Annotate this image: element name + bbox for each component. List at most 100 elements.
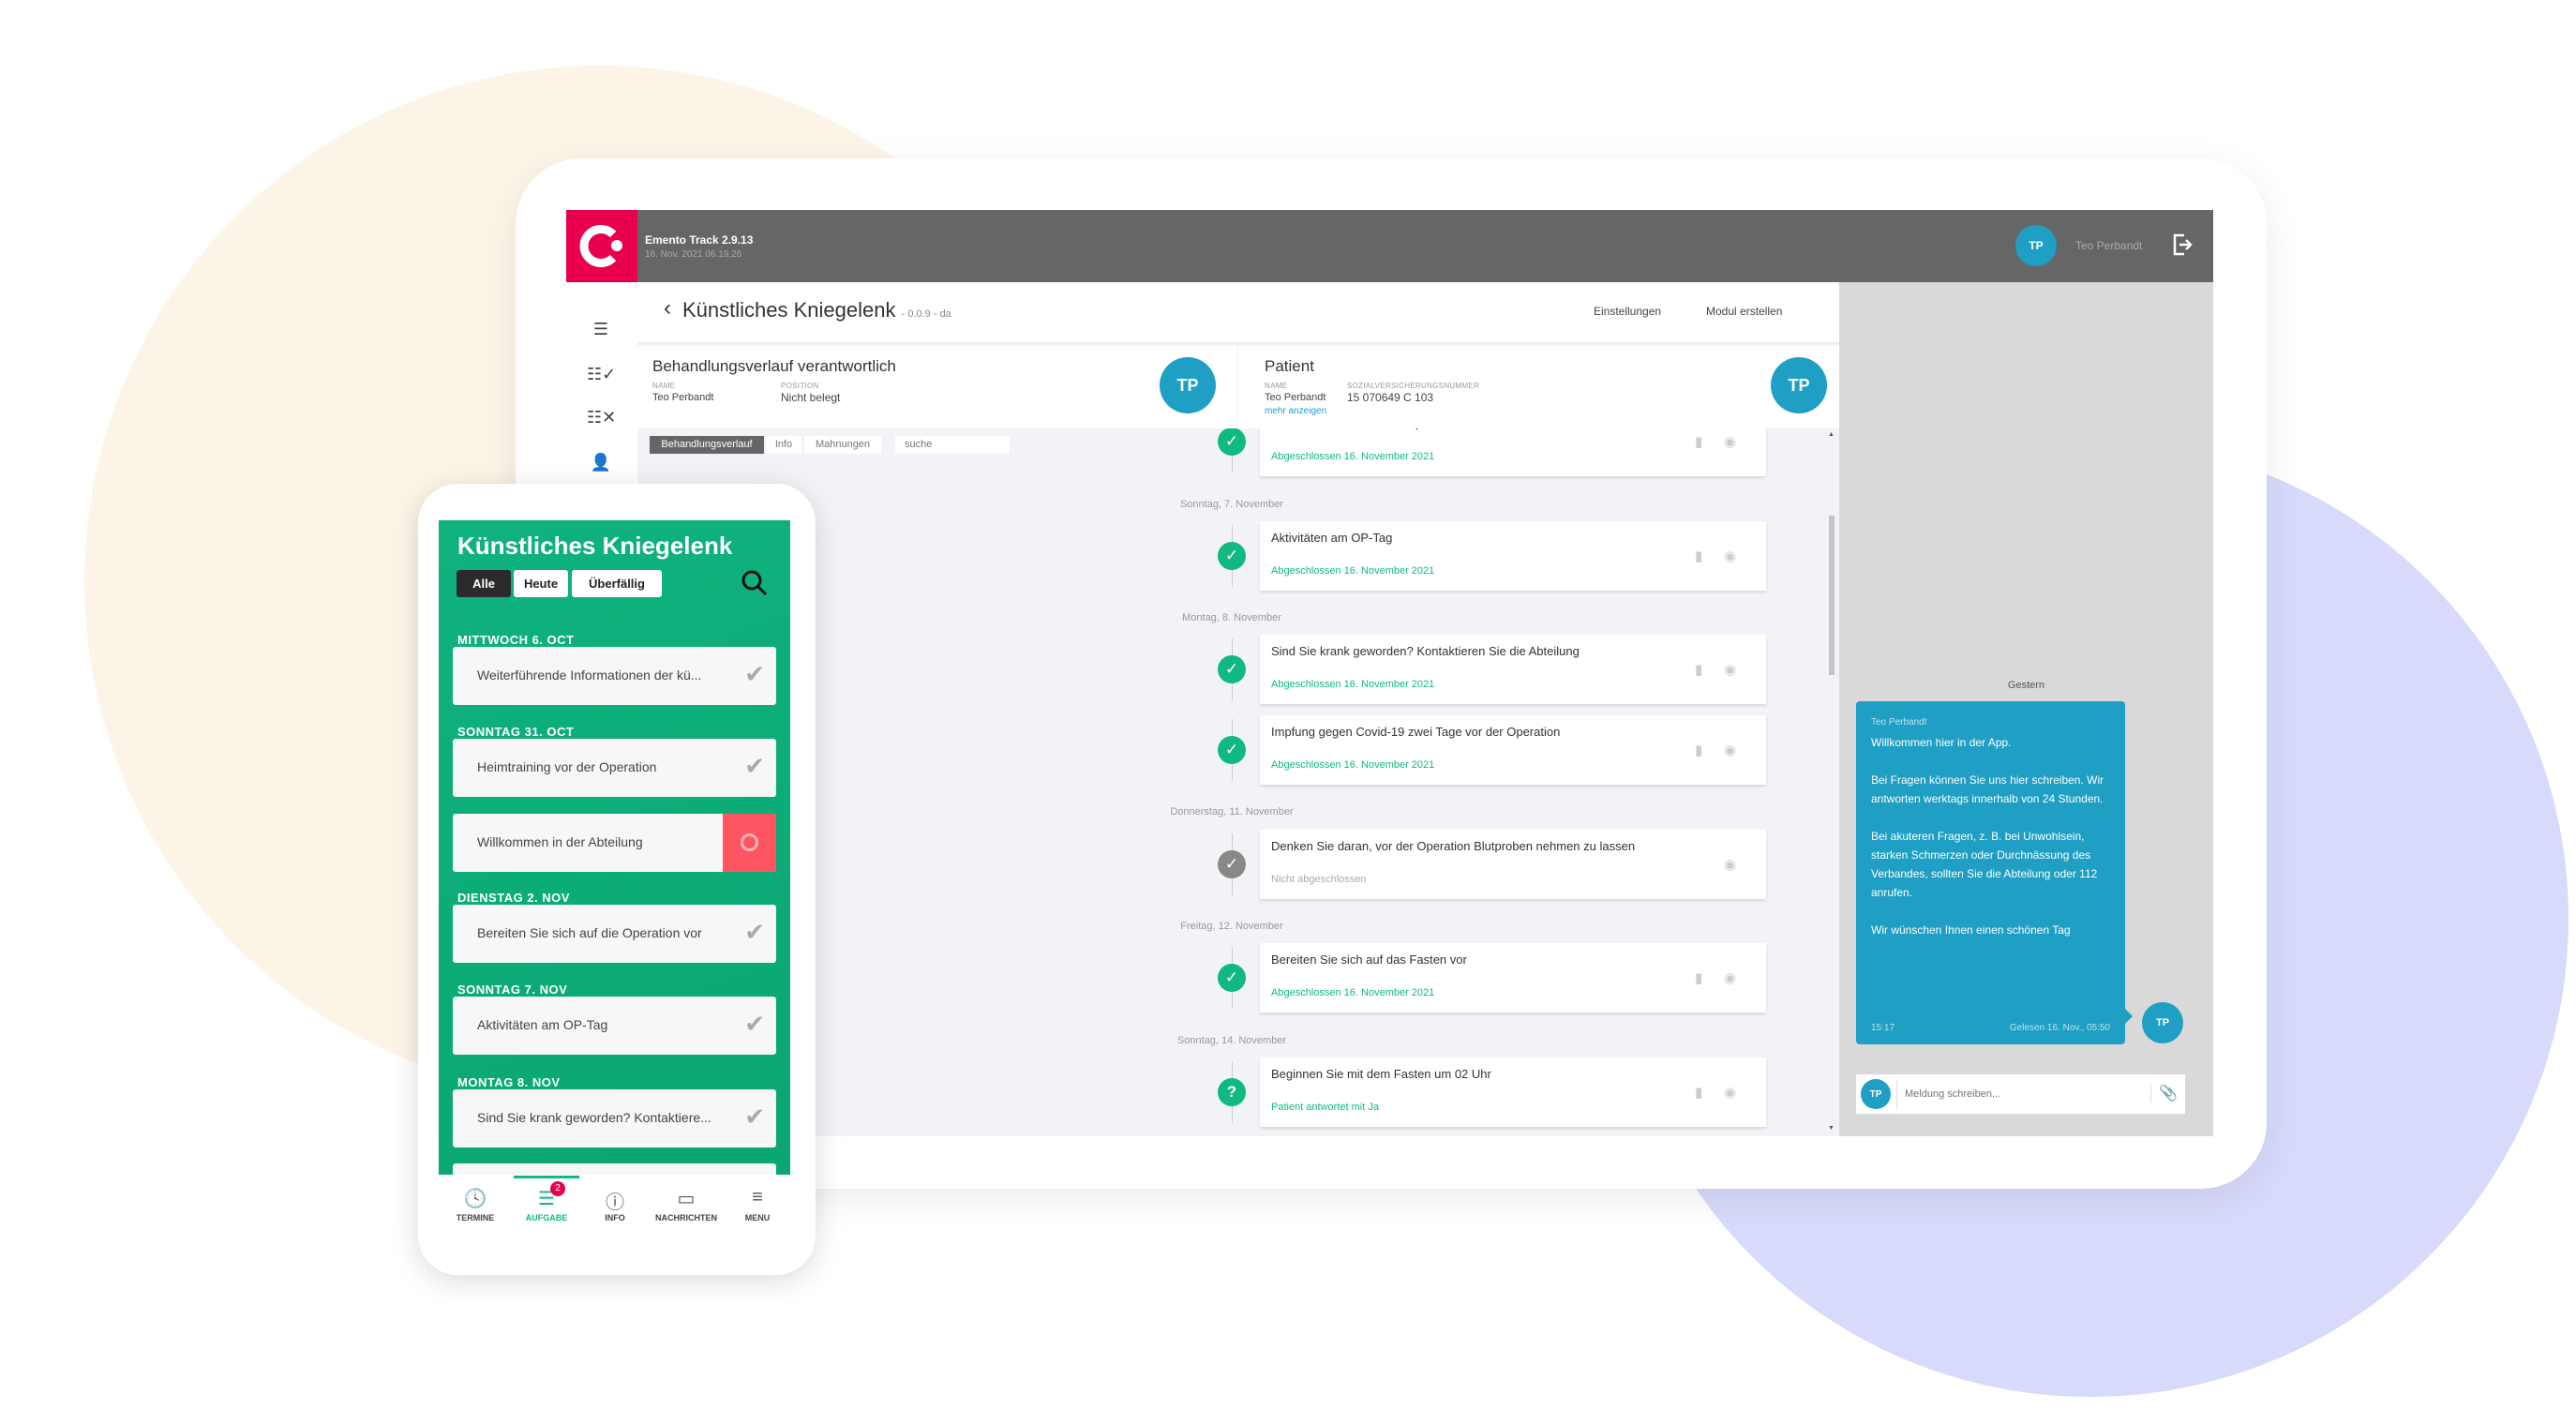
list-cancel-icon[interactable]: ☷✕ (587, 408, 616, 427)
back-chevron-icon[interactable]: ‹ (664, 295, 671, 322)
message-time: 15:17 (1871, 1023, 1895, 1033)
bar-chart-icon[interactable]: ▮ (1695, 548, 1702, 564)
eye-icon[interactable]: ◉ (1724, 856, 1736, 873)
patient-ssn: 15 070649 C 103 (1347, 391, 1434, 404)
app-name: Emento Track 2.9.13 (645, 233, 754, 247)
timeline-card[interactable]: Beginnen Sie mit dem Fasten um 02 Uhr Pa… (1260, 1058, 1766, 1127)
nav-info[interactable]: ⓘ INFO (577, 1187, 652, 1222)
chat-panel: Gestern Teo Perbandt Willkommen hier in … (1839, 282, 2213, 1136)
responsible-card: Behandlungsverlauf verantwortlich NAME T… (637, 346, 1237, 428)
bar-chart-icon[interactable]: ▮ (1695, 969, 1702, 986)
attachment-icon[interactable]: 📎 (2150, 1084, 2178, 1102)
show-more-link[interactable]: mehr anzeigen (1265, 406, 1326, 416)
responsible-title: Behandlungsverlauf verantwortlich (652, 357, 896, 375)
timeline-card[interactable]: Denken Sie daran, vor der Operation Blut… (1260, 830, 1766, 899)
list-icon[interactable]: ☰ (587, 320, 615, 338)
scroll-up-arrow[interactable]: ▲ (1828, 431, 1835, 438)
card-title: Bereiten Sie sich auf das Fasten vor (1271, 952, 1467, 967)
timeline-card[interactable]: Bereiten Sie sich auf das Fasten vor Abg… (1260, 943, 1766, 1012)
timeline-card[interactable]: Impfung gegen Covid-19 zwei Tage vor der… (1260, 715, 1766, 785)
tab-behandlungsverlauf[interactable]: Behandlungsverlauf (650, 436, 764, 454)
eye-icon[interactable]: ◉ (1724, 433, 1736, 450)
card-title: Impfung gegen Covid-19 zwei Tage vor der… (1271, 725, 1561, 739)
timeline-date: Montag, 8. November (1182, 612, 1281, 623)
task-item[interactable]: Bereiten Sie sich auf die Operation vor ✔ (453, 905, 776, 963)
message-composer: TP 📎 (1856, 1074, 2185, 1114)
check-circle-icon: ✓ (1218, 655, 1246, 683)
bar-chart-icon[interactable]: ▮ (1695, 433, 1702, 450)
eye-icon[interactable]: ◉ (1724, 742, 1736, 758)
check-icon: ✔ (744, 918, 765, 946)
timeline-date: Donnerstag, 11. November (1170, 806, 1294, 818)
filter-ueberfaellig[interactable]: Überfällig (572, 570, 662, 597)
top-bar: Emento Track 2.9.13 16. Nov. 2021 06.19.… (566, 210, 2213, 282)
eye-icon[interactable]: ◉ (1724, 1084, 1736, 1101)
ssn-label: SOZIALVERSICHERUNGSNUMMER (1347, 382, 1480, 390)
add-user-icon[interactable]: 👤 (587, 453, 615, 472)
section-heading: MONTAG 8. NOV (457, 1075, 561, 1089)
logout-icon[interactable] (2172, 232, 2193, 257)
search-input[interactable] (895, 436, 1010, 454)
eye-icon[interactable]: ◉ (1724, 661, 1736, 678)
scrollbar[interactable]: ▲ ▼ (1828, 431, 1835, 1136)
task-text: Aktivitäten am OP-Tag (477, 1017, 608, 1032)
settings-link[interactable]: Einstellungen (1594, 305, 1661, 318)
check-icon: ✔ (744, 1010, 765, 1038)
tab-info[interactable]: Info (766, 436, 801, 454)
task-text: Weiterführende Informationen der kü... (477, 668, 702, 682)
module-header: ‹ Künstliches Kniegelenk - 0.0.9 - da Ei… (637, 282, 1849, 344)
task-text: Heimtraining vor der Operation (477, 759, 657, 774)
patient-title: Patient (1265, 357, 1314, 375)
module-title: Künstliches Kniegelenk (682, 298, 896, 322)
eye-icon[interactable]: ◉ (1724, 969, 1736, 986)
card-status: Abgeschlossen 16. November 2021 (1271, 679, 1435, 690)
info-icon: ⓘ (606, 1192, 624, 1213)
check-circle-icon: ✓ (1218, 964, 1246, 992)
menu-icon: ≡ (752, 1187, 763, 1208)
responsible-position: Nicht belegt (781, 391, 841, 404)
filter-heute[interactable]: Heute (514, 570, 568, 597)
card-status: Abgeschlossen 16. November 2021 (1271, 565, 1435, 577)
nav-menu[interactable]: ≡ MENU (720, 1187, 795, 1222)
message-input[interactable] (1896, 1080, 2140, 1108)
position-label: POSITION (781, 382, 819, 390)
bar-chart-icon[interactable]: ▮ (1695, 742, 1702, 758)
section-heading: DIENSTAG 2. NOV (457, 891, 570, 905)
responsible-name: Teo Perbandt (652, 392, 714, 403)
scroll-thumb[interactable] (1829, 516, 1835, 675)
user-avatar[interactable]: TP (2015, 225, 2057, 266)
task-item[interactable]: Willkommen in der Abteilung (453, 814, 776, 872)
create-module-link[interactable]: Modul erstellen (1706, 305, 1782, 318)
check-icon: ✔ (744, 660, 765, 688)
bar-chart-icon[interactable]: ▮ (1695, 661, 1702, 678)
nav-termine[interactable]: 🕓 TERMINE (438, 1187, 513, 1222)
timeline-card[interactable]: Sind Sie krank geworden? Kontaktieren Si… (1260, 635, 1766, 704)
nav-label: MENU (744, 1213, 771, 1222)
task-item[interactable]: Sind Sie krank geworden? Kontaktiere... ✔ (453, 1089, 776, 1148)
list-check-icon[interactable]: ☷✓ (587, 365, 616, 383)
card-status: Nicht abgeschlossen (1271, 874, 1367, 885)
task-item[interactable]: Weiterführende Informationen der kü... ✔ (453, 647, 776, 705)
user-name[interactable]: Teo Perbandt (2075, 239, 2142, 252)
module-version: - 0.0.9 - da (901, 308, 951, 320)
task-item[interactable]: Heimtraining vor der Operation ✔ (453, 739, 776, 797)
badge: 2 (550, 1181, 565, 1196)
eye-icon[interactable]: ◉ (1724, 548, 1736, 564)
task-item[interactable] (453, 1163, 776, 1175)
card-status: Abgeschlossen 16. November 2021 (1271, 451, 1435, 462)
task-text: Willkommen in der Abteilung (477, 834, 643, 849)
nav-nachrichten[interactable]: ▭ NACHRICHTEN (649, 1187, 724, 1222)
nav-label: TERMINE (456, 1213, 495, 1222)
task-item[interactable]: Aktivitäten am OP-Tag ✔ (453, 997, 776, 1055)
scroll-down-arrow[interactable]: ▼ (1828, 1125, 1835, 1132)
check-icon: ✔ (744, 1102, 765, 1131)
nav-aufgabe[interactable]: ☰ 2 AUFGABE (509, 1176, 584, 1222)
patient-name: Teo Perbandt (1265, 392, 1326, 403)
tab-mahnungen[interactable]: Mahnungen (804, 436, 881, 454)
filter-alle[interactable]: Alle (457, 570, 511, 597)
search-icon[interactable] (741, 569, 769, 602)
emento-logo[interactable] (566, 210, 637, 282)
section-heading: SONNTAG 7. NOV (457, 982, 568, 997)
timeline-card[interactable]: Aktivitäten am OP-Tag Abgeschlossen 16. … (1260, 521, 1766, 591)
bar-chart-icon[interactable]: ▮ (1695, 1084, 1702, 1101)
